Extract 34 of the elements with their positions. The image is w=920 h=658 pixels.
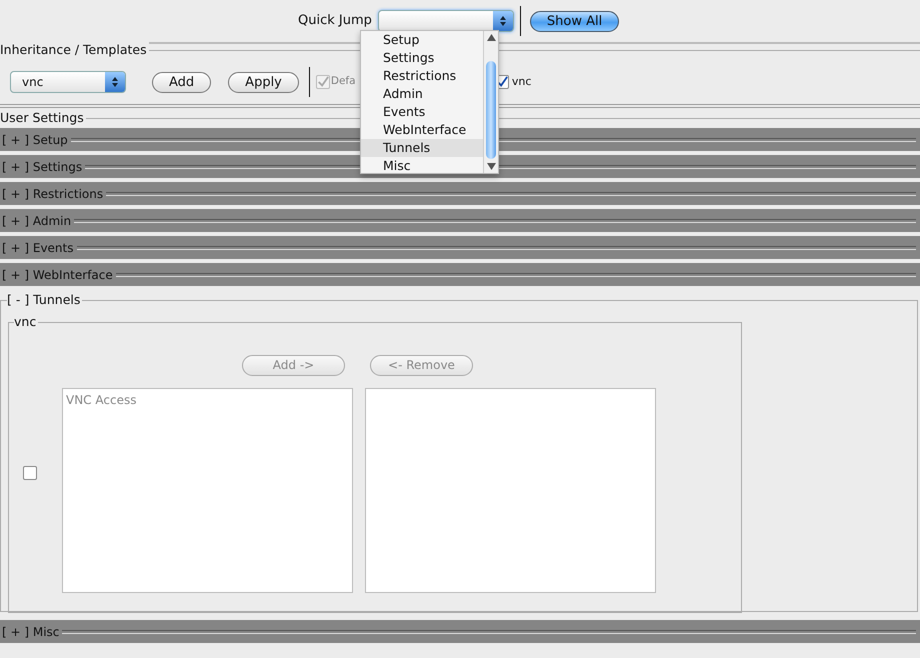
group-title: User Settings [0, 110, 86, 126]
quick-jump-dropdown[interactable] [378, 10, 514, 32]
section-header[interactable]: [ + ] Setup [2, 130, 71, 148]
stepper-arrows-icon[interactable] [111, 76, 119, 88]
list-box[interactable]: VNC Access [62, 388, 353, 593]
apply-button[interactable]: Apply [228, 72, 299, 92]
field-label: Quick Jump [298, 12, 372, 30]
menu-item[interactable]: Restrictions [361, 67, 483, 85]
section-header[interactable]: [ + ] Settings [2, 158, 86, 176]
section-header[interactable]: [ - ] Tunnels [7, 292, 82, 308]
menu-item[interactable]: Admin [361, 85, 483, 103]
add-button[interactable]: Add [152, 72, 212, 92]
checkbox[interactable] [23, 466, 37, 480]
menu-item[interactable]: Events [361, 103, 483, 121]
section-header[interactable]: [ + ] Restrictions [2, 184, 106, 202]
checkbox-label: Defa [330, 74, 356, 90]
list-item[interactable]: VNC Access [66, 391, 349, 409]
section-header[interactable]: [ + ] WebInterface [2, 266, 116, 284]
menu-item[interactable]: Misc [361, 157, 483, 175]
menu-item[interactable]: Settings [361, 49, 483, 67]
menu-item[interactable]: WebInterface [361, 121, 483, 139]
section-header[interactable]: [ + ] Misc [2, 622, 62, 640]
section-header[interactable]: [ + ] Events [2, 238, 76, 256]
scroll-up-icon[interactable] [487, 34, 496, 41]
show-all-button[interactable]: Show All [530, 10, 620, 32]
section-header[interactable]: [ + ] Admin [2, 212, 74, 230]
group-title: Inheritance / Templates [0, 42, 149, 58]
scroll-down-icon[interactable] [487, 163, 496, 170]
template-dropdown[interactable]: vnc [10, 71, 126, 93]
stepper-arrows-icon[interactable] [498, 15, 507, 27]
checkbox-label: vnc [512, 74, 532, 90]
scrollbar[interactable] [483, 31, 498, 173]
menu-item[interactable]: Setup [361, 31, 483, 49]
menu-item[interactable]: Tunnels [361, 139, 483, 157]
